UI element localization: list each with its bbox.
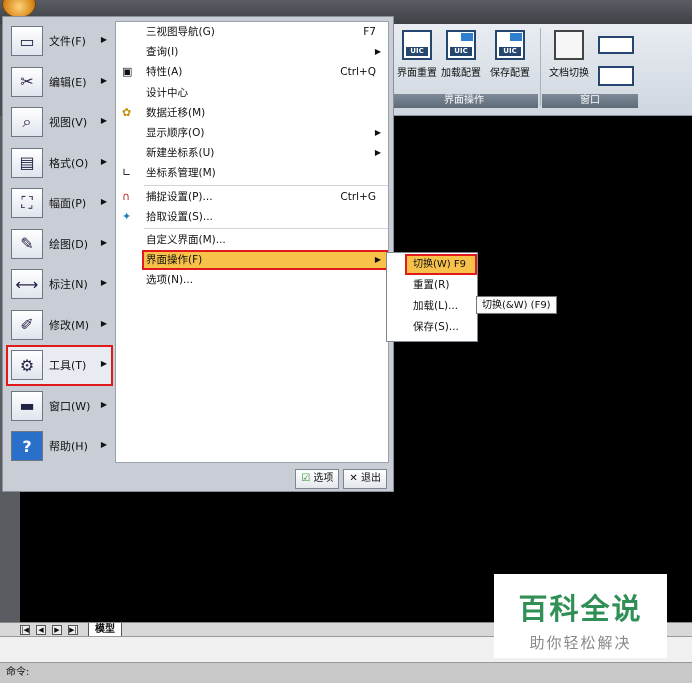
options-button[interactable]: ☑ 选项 <box>295 469 340 489</box>
menu-separator <box>144 227 388 229</box>
prev-tab-button[interactable]: ◀ <box>36 625 46 635</box>
application-menu: ▭ 文件(F) ▶ ✂ 编辑(E) ▶ ⌕ 视图(V) ▶ ▤ 格式(O) ▶ ⛶ 幅面(P) ▶ … <box>2 16 394 492</box>
model-tab[interactable]: 模型 <box>88 623 122 637</box>
scissors-icon: ✂ <box>11 66 43 97</box>
magnet-icon: ∩ <box>122 189 131 203</box>
menu-item-load[interactable]: 加载(L)... <box>387 296 477 317</box>
tile-vertical-icon[interactable] <box>598 66 634 86</box>
watermark-title: 百科全说 <box>518 592 643 626</box>
save-config-label: 保存配置 <box>490 68 530 79</box>
first-tab-button[interactable]: |◀ <box>20 625 30 635</box>
menu-item-dimension[interactable]: ⟷ 标注(N) ▶ <box>6 264 113 305</box>
command-prompt: 命令: <box>6 667 30 678</box>
interface-ops-submenu: 切换(W) F9 重置(R) 加载(L)... 保存(S)... <box>386 252 478 342</box>
menu-categories: ▭ 文件(F) ▶ ✂ 编辑(E) ▶ ⌕ 视图(V) ▶ ▤ 格式(O) ▶ ⛶ 幅面(P) ▶ … <box>6 21 113 475</box>
menu-item-data-migration[interactable]: ✿ 数据迁移(M) <box>116 103 388 123</box>
menu-item-snap-settings[interactable]: ∩ 捕捉设置(P)... Ctrl+G <box>116 187 388 207</box>
pencil-icon: ✎ <box>11 228 43 259</box>
properties-icon: ▣ <box>122 65 133 79</box>
exit-button[interactable]: ✕ 退出 <box>343 469 387 489</box>
document-switch-label: 文档切换 <box>549 68 589 79</box>
tooltip: 切换(&W) (F9) <box>476 296 557 314</box>
file-icon: ▭ <box>11 26 43 57</box>
gear-icon: ⚙ <box>11 350 43 381</box>
load-config-label: 加载配置 <box>441 68 481 79</box>
window-group-title: 窗口 <box>542 94 638 108</box>
watermark-subtitle: 助你轻松解决 <box>529 634 632 652</box>
window-icon: ▬ <box>11 390 43 421</box>
menu-item-view[interactable]: ⌕ 视图(V) ▶ <box>6 102 113 143</box>
close-icon: ✕ <box>349 473 358 484</box>
document-switch-icon <box>554 30 584 60</box>
tile-horizontal-icon[interactable] <box>598 36 634 54</box>
magnifier-icon: ⌕ <box>11 107 43 138</box>
menu-item-help[interactable]: ? 帮助(H) ▶ <box>6 426 113 467</box>
command-line[interactable]: 命令: <box>0 662 692 683</box>
menu-item-draw[interactable]: ✎ 绘图(D) ▶ <box>6 224 113 265</box>
menu-item-customize-ui[interactable]: 自定义界面(M)... <box>116 230 388 250</box>
reset-interface-button[interactable]: UIC 界面重置 <box>394 30 440 79</box>
menu-item-query[interactable]: 查询(I) ▶ <box>116 42 388 62</box>
next-tab-button[interactable]: ▶ <box>52 625 62 635</box>
menu-item-modify[interactable]: ✐ 修改(M) ▶ <box>6 305 113 346</box>
menu-item-file[interactable]: ▭ 文件(F) ▶ <box>6 21 113 62</box>
menu-item-pick-settings[interactable]: ✦ 拾取设置(S)... <box>116 207 388 227</box>
menu-item-save[interactable]: 保存(S)... <box>387 317 477 338</box>
ucs-icon: ∟ <box>122 166 132 180</box>
dimension-icon: ⟷ <box>11 269 43 300</box>
tools-submenu: 三视图导航(G) F7 查询(I) ▶ ▣ 特性(A) Ctrl+Q 设计中心 ✿ 数据迁… <box>115 21 389 463</box>
format-icon: ▤ <box>11 147 43 178</box>
menu-item-options[interactable]: 选项(N)... <box>116 270 388 290</box>
last-tab-button[interactable]: ▶| <box>68 625 78 635</box>
document-switch-button[interactable]: 文档切换 <box>544 30 594 79</box>
menu-item-design-center[interactable]: 设计中心 <box>116 83 388 103</box>
ribbon: UIC 界面重置 UIC 加载配置 UIC 保存配置 文档切换 界面操作 窗口 <box>390 24 692 116</box>
menu-item-display-order[interactable]: 显示顺序(O) ▶ <box>116 123 388 143</box>
menu-item-window[interactable]: ▬ 窗口(W) ▶ <box>6 386 113 427</box>
menu-item-interface-ops[interactable]: 界面操作(F) ▶ <box>142 250 388 271</box>
check-icon: ☑ <box>301 473 311 484</box>
menu-item-three-view-nav[interactable]: 三视图导航(G) F7 <box>116 22 388 42</box>
help-icon: ? <box>11 431 43 462</box>
load-config-button[interactable]: UIC 加载配置 <box>438 30 484 79</box>
interface-ops-group-title: 界面操作 <box>390 94 538 108</box>
ribbon-divider <box>540 28 541 106</box>
uic-save-icon: UIC <box>495 30 525 60</box>
menu-item-new-ucs[interactable]: 新建坐标系(U) ▶ <box>116 143 388 163</box>
menu-item-frame[interactable]: ⛶ 幅面(P) ▶ <box>6 183 113 224</box>
menu-item-switch[interactable]: 切换(W) F9 <box>405 254 477 275</box>
reset-interface-label: 界面重置 <box>397 68 437 79</box>
menu-item-format[interactable]: ▤ 格式(O) ▶ <box>6 143 113 184</box>
uic-reset-icon: UIC <box>402 30 432 60</box>
frame-icon: ⛶ <box>11 188 43 219</box>
menu-item-tools[interactable]: ⚙ 工具(T) ▶ <box>6 345 113 386</box>
uic-load-icon: UIC <box>446 30 476 60</box>
menu-footer: ☑ 选项 ✕ 退出 <box>295 469 387 489</box>
menu-item-ucs-manager[interactable]: ∟ 坐标系管理(M) <box>116 163 388 183</box>
menu-separator <box>144 184 388 186</box>
watermark: 百科全说 助你轻松解决 <box>494 574 667 658</box>
menu-item-edit[interactable]: ✂ 编辑(E) ▶ <box>6 62 113 103</box>
modify-icon: ✐ <box>11 309 43 340</box>
menu-item-reset[interactable]: 重置(R) <box>387 275 477 296</box>
save-config-button[interactable]: UIC 保存配置 <box>486 30 534 79</box>
pick-icon: ✦ <box>122 209 132 223</box>
migrate-icon: ✿ <box>122 105 132 119</box>
menu-item-properties[interactable]: ▣ 特性(A) Ctrl+Q <box>116 62 388 82</box>
